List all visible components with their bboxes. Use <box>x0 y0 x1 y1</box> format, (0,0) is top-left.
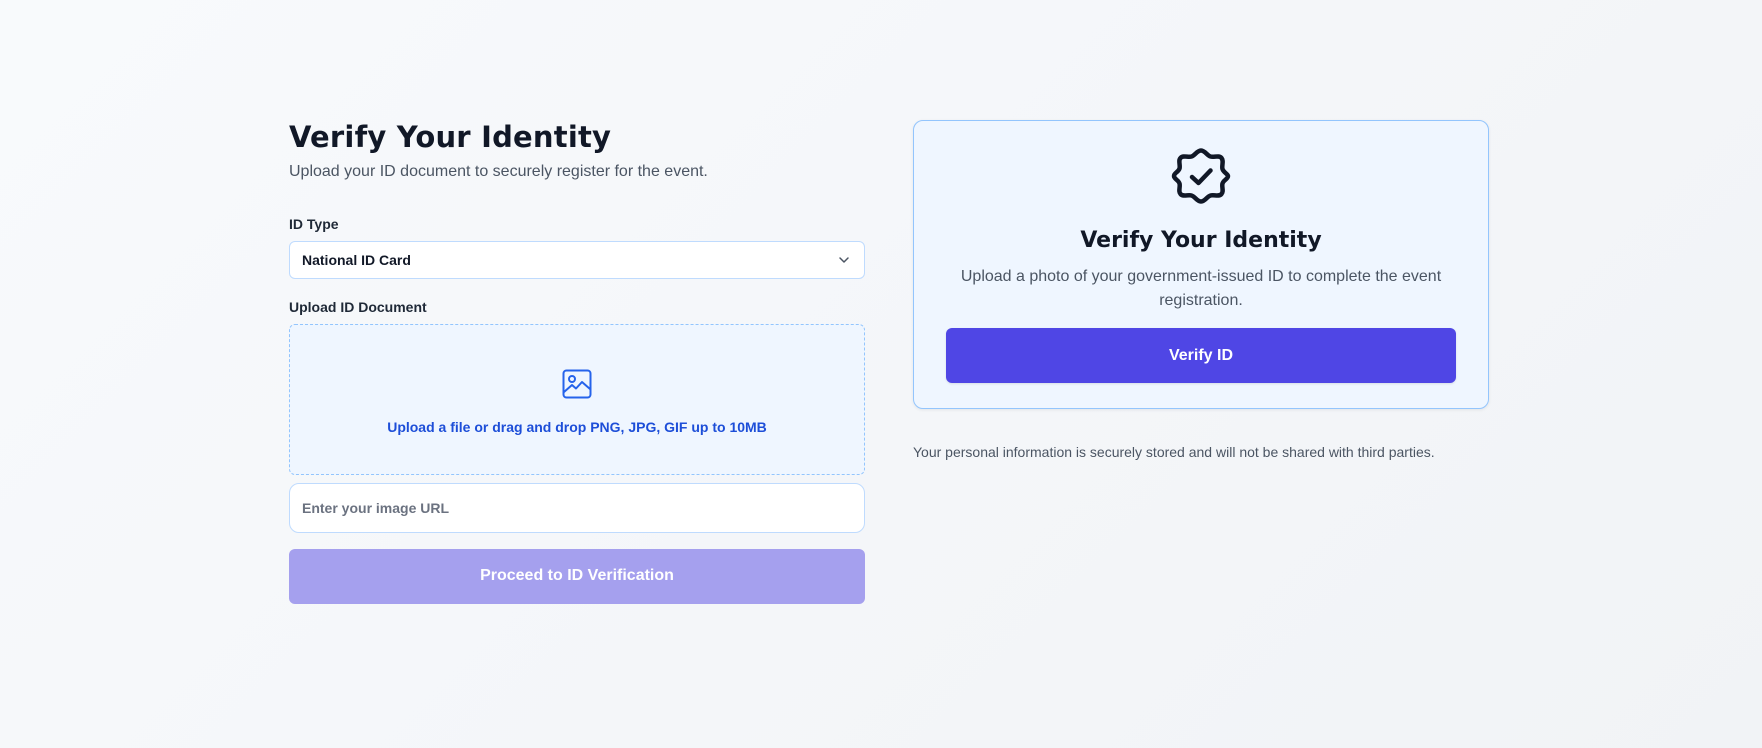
image-url-input[interactable] <box>289 482 865 533</box>
page-title: Verify Your Identity <box>289 120 612 154</box>
id-type-selected-value: National ID Card <box>302 251 411 268</box>
upload-label: Upload ID Document <box>289 298 427 315</box>
upload-file-link[interactable]: Upload a file or drag and drop PNG, JPG,… <box>387 419 767 435</box>
verify-card: Verify Your Identity Upload a photo of y… <box>913 120 1489 409</box>
verify-id-button[interactable]: Verify ID <box>946 328 1456 383</box>
id-type-label: ID Type <box>289 215 339 232</box>
badge-check-icon <box>1171 146 1231 206</box>
file-dropzone[interactable]: Upload a file or drag and drop PNG, JPG,… <box>289 323 865 475</box>
card-title: Verify Your Identity <box>1080 228 1322 253</box>
id-type-select[interactable]: National ID Card <box>289 240 865 279</box>
image-icon <box>561 368 593 400</box>
registration-form: Verify Your Identity Upload your ID docu… <box>289 120 865 604</box>
card-description: Upload a photo of your government-issued… <box>960 268 1442 309</box>
chevron-down-icon <box>837 253 851 267</box>
privacy-note: Your personal information is securely st… <box>913 444 1435 460</box>
proceed-button[interactable]: Proceed to ID Verification <box>289 548 865 604</box>
verification-panel: Verify Your Identity Upload a photo of y… <box>913 120 1489 460</box>
page-subtitle: Upload your ID document to securely regi… <box>289 162 708 180</box>
